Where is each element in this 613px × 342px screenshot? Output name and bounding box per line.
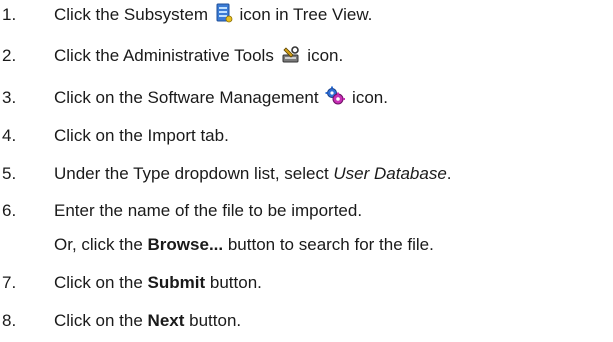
step-text-after: icon in Tree View. (234, 5, 373, 24)
step-text: Click on the Submit button. (54, 271, 262, 295)
step-text: Click on the Software Management icon. (54, 86, 388, 110)
step-text-before: Click the Administrative Tools (54, 46, 279, 65)
step-text: Enter the name of the file to be importe… (54, 201, 363, 220)
step-1: 1. Click the Subsystem icon in Tree View… (0, 3, 613, 27)
step-text-italic: User Database (333, 164, 447, 183)
step-text-before: Click on the Software Management (54, 88, 324, 107)
step-text-after: icon. (347, 88, 388, 107)
subsystem-icon (215, 3, 233, 23)
step-text-before: Or, click the (54, 235, 148, 254)
step-7: 7. Click on the Submit button. (0, 271, 613, 295)
step-8: 8. Click on the Next button. (0, 309, 613, 333)
step-text-bold: Browse... (147, 235, 224, 254)
step-3: 3. Click on the Software Management icon… (0, 86, 613, 110)
step-5: 5. Under the Type dropdown list, select … (0, 162, 613, 186)
step-text-after: . (446, 164, 452, 183)
step-text: Under the Type dropdown list, select Use… (54, 162, 452, 186)
step-number: 5. (2, 164, 17, 183)
step-text-after: button. (205, 273, 262, 292)
instruction-list: 1. Click the Subsystem icon in Tree View… (0, 0, 613, 342)
step-text-after: button to search for the file. (223, 235, 434, 254)
step-text-bold: Submit (147, 273, 206, 292)
step-number: 2. (2, 46, 17, 65)
step-text-bold: Next (147, 311, 185, 330)
step-text-before: Click on the (54, 311, 148, 330)
software-management-icon (325, 86, 346, 106)
step-6-continuation: Or, click the Browse... button to search… (0, 233, 613, 257)
step-number: 3. (2, 88, 17, 107)
step-text: Or, click the Browse... button to search… (54, 233, 434, 257)
step-text-after: button. (184, 311, 242, 330)
administrative-tools-icon (281, 46, 301, 64)
step-text: Click the Subsystem icon in Tree View. (54, 3, 372, 27)
step-4: 4. Click on the Import tab. (0, 124, 613, 148)
step-text-before: Under the Type dropdown list, select (54, 164, 334, 183)
step-number: 7. (2, 273, 17, 292)
step-number: 6. (2, 201, 17, 220)
step-text-before: Click the Subsystem (54, 5, 213, 24)
step-2: 2. Click the Administrative Tools icon. (0, 44, 613, 68)
step-text: Click on the Next button. (54, 309, 241, 333)
step-text-before: Click on the (54, 273, 148, 292)
step-number: 1. (2, 5, 17, 24)
step-number: 8. (2, 311, 17, 330)
step-text: Click on the Import tab. (54, 126, 229, 145)
step-number: 4. (2, 126, 17, 145)
step-text: Click the Administrative Tools icon. (54, 44, 343, 68)
step-6: 6. Enter the name of the file to be impo… (0, 199, 613, 223)
step-text-after: icon. (302, 46, 344, 65)
